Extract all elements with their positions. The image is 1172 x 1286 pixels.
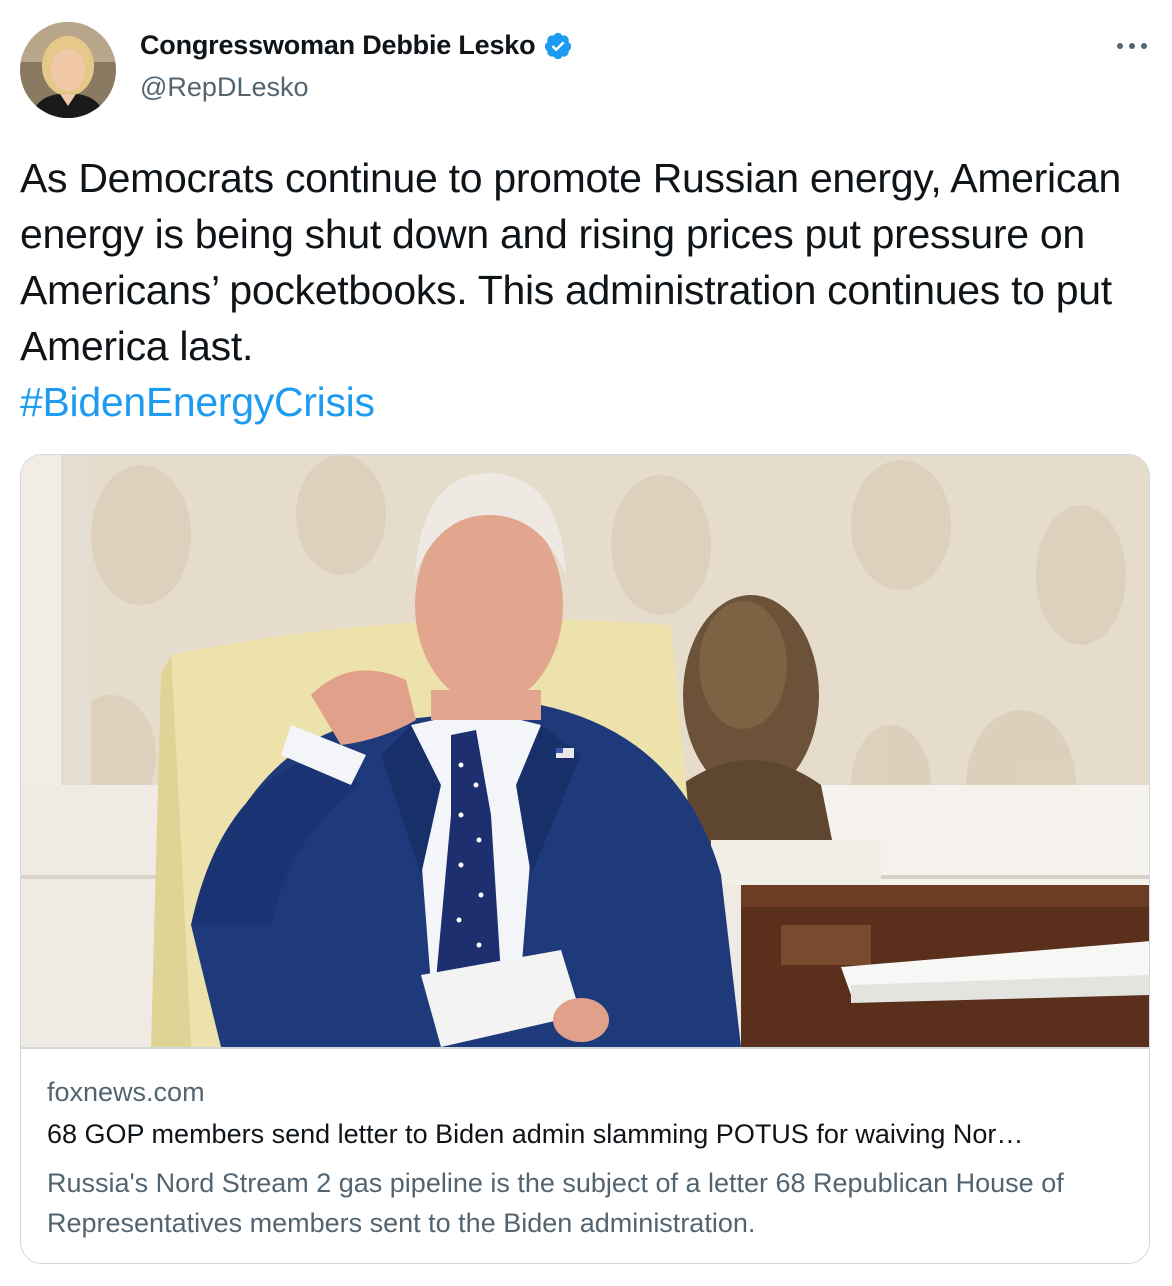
news-photo-icon — [21, 455, 1149, 1047]
tweet-text: As Democrats continue to promote Russian… — [20, 150, 1140, 430]
author-handle[interactable]: @RepDLesko — [140, 72, 309, 103]
card-domain: foxnews.com — [47, 1077, 205, 1107]
card-description: Russia's Nord Stream 2 gas pipeline is t… — [47, 1168, 1064, 1238]
card-title[interactable]: 68 GOP members send letter to Biden admi… — [47, 1119, 1127, 1150]
author-name-row: Congresswoman Debbie Lesko — [140, 30, 573, 61]
author-display-name[interactable]: Congresswoman Debbie Lesko — [140, 30, 536, 61]
link-card[interactable]: foxnews.com 68 GOP members send letter t… — [20, 454, 1150, 1264]
avatar[interactable] — [20, 22, 116, 118]
card-divider — [21, 1047, 1149, 1049]
avatar-photo-icon — [20, 22, 116, 118]
verified-badge-icon — [545, 32, 572, 59]
tweet-body: As Democrats continue to promote Russian… — [20, 155, 1122, 369]
more-options-icon[interactable] — [1112, 34, 1152, 58]
tweet: Congresswoman Debbie Lesko @RepDLesko As… — [0, 0, 1172, 1286]
hashtag-link[interactable]: #BidenEnergyCrisis — [20, 379, 375, 425]
